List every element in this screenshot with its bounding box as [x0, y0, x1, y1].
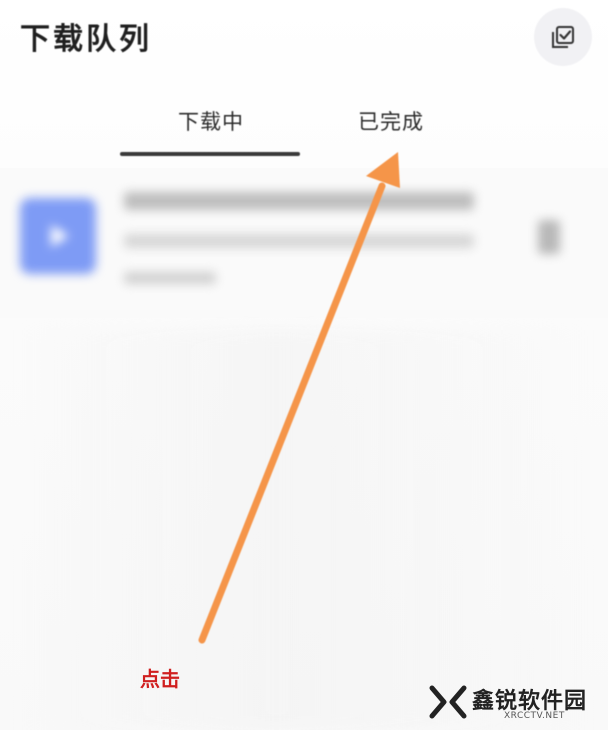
tap-annotation-label: 点击	[140, 667, 180, 691]
watermark-domain: XRCCTV.NET	[504, 711, 565, 721]
download-queue-screen: 下载队列 下载中 已完成 点击 鑫锐软件园 XRCCTV.NET	[0, 0, 608, 730]
annotation-arrow	[198, 152, 400, 644]
watermark-logo-icon	[429, 685, 467, 719]
watermark: 鑫锐软件园 XRCCTV.NET	[428, 680, 598, 724]
